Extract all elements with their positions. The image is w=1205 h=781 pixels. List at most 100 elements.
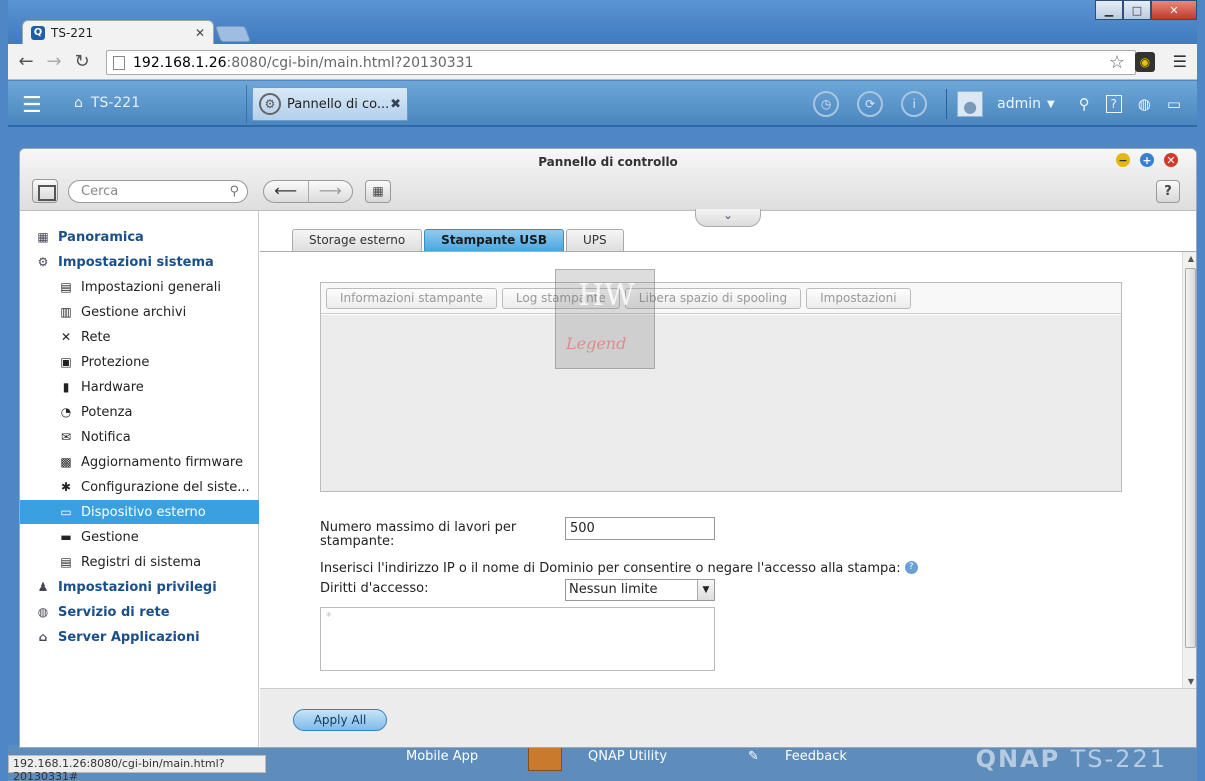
sidebar-item-gestione[interactable]: ▬ Gestione [20, 525, 259, 549]
max-jobs-label-1: Numero massimo di lavori per [320, 520, 517, 535]
scroll-down-icon[interactable]: ▼ [1183, 677, 1196, 686]
max-jobs-input[interactable]: 500 [565, 517, 715, 540]
feedback-icon[interactable]: ✎ [748, 749, 759, 764]
close-icon[interactable]: ✕ [1151, 0, 1197, 20]
sidebar-item-label: Servizio di rete [58, 604, 170, 620]
sidebar-item-impostazioni-privilegi[interactable]: ♟ Impostazioni privilegi [20, 575, 259, 599]
sidebar: ▦ Panoramica ⚙ Impostazioni sistema ▤ Imposta… [20, 211, 259, 747]
back-icon[interactable]: ← [12, 51, 40, 72]
toggle-sidebar-button[interactable] [32, 179, 58, 203]
desktop-item-qnap-utility[interactable]: QNAP Utility [588, 749, 667, 764]
sidebar-item-label: Potenza [81, 404, 133, 420]
tab-storage-esterno[interactable]: Storage esterno [292, 229, 423, 251]
logo-text: QNAP [975, 745, 1061, 773]
sidebar-item-potenza[interactable]: ◔ Potenza [20, 400, 259, 424]
max-jobs-label-2: stampante: [320, 534, 395, 549]
user-menu-chevron-icon[interactable]: ▼ [1047, 99, 1055, 110]
browser-menu-icon[interactable]: ☰ [1173, 52, 1187, 71]
sidebar-item-panoramica[interactable]: ▦ Panoramica [20, 225, 259, 249]
search-input[interactable]: Cerca ⚲ [68, 180, 248, 203]
notifications-icon[interactable]: i [901, 91, 928, 117]
sidebar-item-label: Aggiornamento firmware [81, 454, 243, 470]
window-close-icon[interactable]: ✕ [1164, 153, 1178, 167]
printer-info-button[interactable]: Informazioni stampante [326, 287, 497, 309]
sidebar-item-label: Protezione [81, 354, 150, 370]
maximize-icon[interactable]: □ [1123, 0, 1151, 20]
sidebar-item-registri-di-sistema[interactable]: ▤ Registri di sistema [20, 550, 259, 574]
watermark-bottom: Legend [566, 334, 627, 353]
new-tab-button[interactable] [215, 26, 251, 42]
sidebar-item-label: Rete [81, 329, 111, 345]
window-maximize-icon[interactable]: + [1140, 153, 1154, 167]
tab-bar: Storage esterno Stampante USB UPS [292, 229, 626, 251]
forward-icon[interactable]: → [40, 51, 68, 72]
background-tasks-icon[interactable]: ◷ [813, 91, 840, 117]
sidebar-item-hardware[interactable]: ▮ Hardware [20, 375, 259, 399]
help-info-icon[interactable]: ? [904, 561, 918, 574]
sidebar-item-label: Dispositivo esterno [81, 504, 206, 520]
external-device-icon: ▭ [60, 505, 72, 519]
separator [946, 89, 948, 119]
apply-all-button[interactable]: Apply All [293, 709, 387, 731]
printer-settings-button[interactable]: Impostazioni [806, 287, 911, 309]
sidebar-item-impostazioni-generali[interactable]: ▤ Impostazioni generali [20, 275, 259, 299]
back-arrow-icon[interactable]: ⟵ [264, 181, 308, 202]
address-bar[interactable]: 192.168.1.26:8080/cgi-bin/main.html?2013… [106, 50, 1136, 75]
grid-view-icon[interactable]: ▦ [365, 180, 391, 203]
avatar[interactable]: ● [957, 91, 984, 117]
tab-ups[interactable]: UPS [565, 229, 624, 251]
sidebar-item-label: Impostazioni sistema [58, 254, 214, 270]
desktop-monitor-icon[interactable]: ▭ [1167, 95, 1181, 113]
sidebar-item-aggiornamento-firmware[interactable]: ▩ Aggiornamento firmware [20, 450, 259, 474]
desktop-item-mobile-app[interactable]: Mobile App [406, 749, 478, 764]
window-help-button[interactable]: ? [1156, 180, 1180, 203]
sidebar-item-label: Server Applicazioni [58, 629, 200, 645]
sidebar-item-rete[interactable]: ✕ Rete [20, 325, 259, 349]
config-icon: ✱ [60, 480, 72, 494]
tab-strip: Q TS-221 ✕ [8, 0, 1197, 44]
sidebar-item-configurazione-del-siste[interactable]: ✱ Configurazione del siste... [20, 475, 259, 499]
scroll-up-icon[interactable]: ▲ [1183, 254, 1196, 263]
lock-icon: ▣ [60, 355, 72, 369]
sidebar-item-notifica[interactable]: ✉ Notifica [20, 425, 259, 449]
desktop-item-feedback[interactable]: Feedback [785, 749, 847, 764]
sidebar-item-label: Impostazioni generali [81, 279, 221, 295]
ip-list-textarea[interactable]: * [320, 607, 715, 671]
collapse-chevron-icon[interactable]: ⌄ [695, 209, 761, 227]
sidebar-item-server-applicazioni[interactable]: ⌂ Server Applicazioni [20, 625, 259, 649]
search-icon[interactable]: ⚲ [1079, 95, 1090, 113]
network-icon: ✕ [60, 330, 72, 344]
bookmark-star-icon[interactable]: ☆ [1109, 52, 1125, 73]
scrollbar[interactable]: ▲ ▼ [1182, 252, 1196, 688]
sidebar-item-protezione[interactable]: ▣ Protezione [20, 350, 259, 374]
sidebar-item-impostazioni-sistema[interactable]: ⚙ Impostazioni sistema [20, 250, 259, 274]
footer: Apply All [260, 688, 1196, 747]
taskbar-close-icon[interactable]: ✖ [390, 97, 401, 112]
control-panel-window: Pannello di controllo − + ✕ Cerca ⚲ ⟵ ⟶ … [19, 148, 1197, 748]
home-link[interactable]: ⌂ TS-221 [74, 95, 140, 111]
extension-icon[interactable]: ◉ [1135, 52, 1155, 72]
external-devices-icon[interactable]: ⟳ [857, 91, 884, 117]
forward-arrow-icon[interactable]: ⟶ [307, 181, 353, 202]
language-globe-icon[interactable]: ◍ [1138, 95, 1151, 113]
window-controls: ▁ □ ✕ [1095, 0, 1197, 20]
reload-icon[interactable]: ↻ [68, 51, 96, 72]
minimize-icon[interactable]: ▁ [1095, 0, 1123, 20]
sidebar-item-gestione-archivi[interactable]: ▥ Gestione archivi [20, 300, 259, 324]
window-header: Pannello di controllo − + ✕ Cerca ⚲ ⟵ ⟶ … [20, 149, 1196, 211]
main-menu-icon[interactable]: ☰ [22, 93, 42, 118]
user-name[interactable]: admin [997, 96, 1041, 112]
sidebar-item-dispositivo-esterno[interactable]: ▭ Dispositivo esterno [20, 500, 259, 524]
window-minimize-icon[interactable]: − [1116, 153, 1130, 167]
browser-tab[interactable]: Q TS-221 ✕ [22, 20, 214, 44]
qnap-utility-icon[interactable] [528, 745, 562, 771]
scrollbar-thumb[interactable] [1185, 268, 1196, 648]
notification-icon: ✉ [60, 430, 72, 444]
watermark-top: HW [578, 278, 635, 313]
tab-close-icon[interactable]: ✕ [195, 26, 205, 40]
access-rights-select[interactable]: Nessun limite ▼ [565, 579, 715, 601]
tab-stampante-usb[interactable]: Stampante USB [424, 229, 564, 251]
sidebar-item-servizio-di-rete[interactable]: ◍ Servizio di rete [20, 600, 259, 624]
taskbar-app-control-panel[interactable]: ⚙ Pannello di co... ✖ [252, 87, 408, 121]
help-icon[interactable]: ? [1105, 95, 1122, 113]
